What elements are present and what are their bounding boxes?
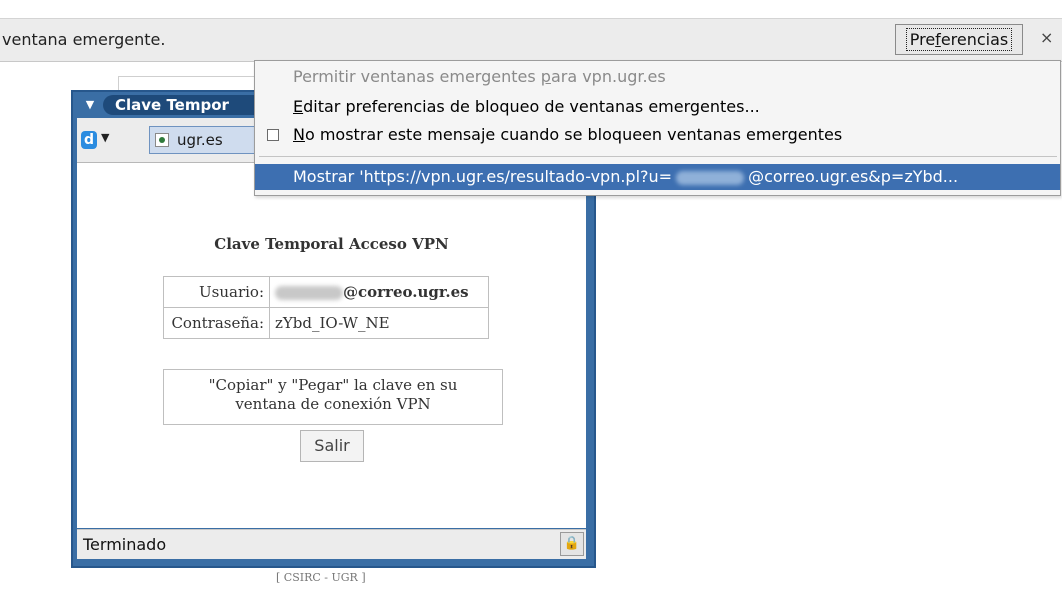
download-icon[interactable]: d: [81, 131, 97, 149]
redacted-username: [676, 170, 745, 185]
status-bar: Terminado 🔒: [77, 529, 586, 559]
redacted-username: [275, 286, 343, 300]
note-line-1: "Copiar" y "Pegar" la clave en su: [208, 376, 458, 394]
footer-text: [ CSIRC - UGR ]: [276, 571, 366, 584]
page-content: Clave Temporal Acceso VPN Usuario: @corr…: [77, 163, 586, 528]
status-text: Terminado: [83, 535, 167, 554]
credentials-table: Usuario: @correo.ugr.es Contraseña: zYbd…: [163, 276, 489, 339]
menu-item-edit-preferences[interactable]: Editar preferencias de bloqueo de ventan…: [255, 94, 1060, 120]
note-line-2: ventana de conexión VPN: [235, 395, 431, 413]
exit-button[interactable]: Salir: [300, 430, 364, 462]
menu-item-show-popup[interactable]: Mostrar 'https://vpn.ugr.es/resultado-vp…: [255, 164, 1060, 190]
table-row: Contraseña: zYbd_IO-W_NE: [163, 307, 489, 339]
instruction-note: "Copiar" y "Pegar" la clave en su ventan…: [163, 369, 503, 425]
url-bar[interactable]: ugr.es: [149, 126, 269, 154]
popup-options-menu: Permitir ventanas emergentes para vpn.ug…: [254, 60, 1061, 196]
popup-blocked-message: ventana emergente.: [2, 30, 166, 49]
lock-icon[interactable]: 🔒: [560, 532, 584, 556]
table-row: Usuario: @correo.ugr.es: [163, 276, 489, 308]
window-menu-icon[interactable]: ▼: [81, 97, 99, 113]
chevron-down-icon[interactable]: ▼: [101, 131, 109, 144]
popup-blocked-bar: ventana emergente. Preferencias ×: [0, 18, 1062, 62]
checkbox[interactable]: [267, 129, 279, 141]
username-label: Usuario:: [163, 276, 270, 308]
site-identity-icon[interactable]: [155, 133, 169, 147]
password-value: zYbd_IO-W_NE: [269, 307, 489, 339]
username-value: @correo.ugr.es: [269, 276, 489, 308]
top-strip: [0, 0, 1062, 18]
url-text: ugr.es: [177, 131, 223, 149]
preferences-button[interactable]: Preferencias: [895, 24, 1023, 55]
close-icon[interactable]: ×: [1040, 28, 1053, 47]
menu-item-dont-show[interactable]: No mostrar este mensaje cuando se bloque…: [255, 122, 1060, 148]
password-label: Contraseña:: [163, 307, 270, 339]
menu-separator: [259, 156, 1057, 157]
page-title: Clave Temporal Acceso VPN: [214, 235, 449, 253]
menu-item-allow-popups[interactable]: Permitir ventanas emergentes para vpn.ug…: [255, 64, 1060, 90]
